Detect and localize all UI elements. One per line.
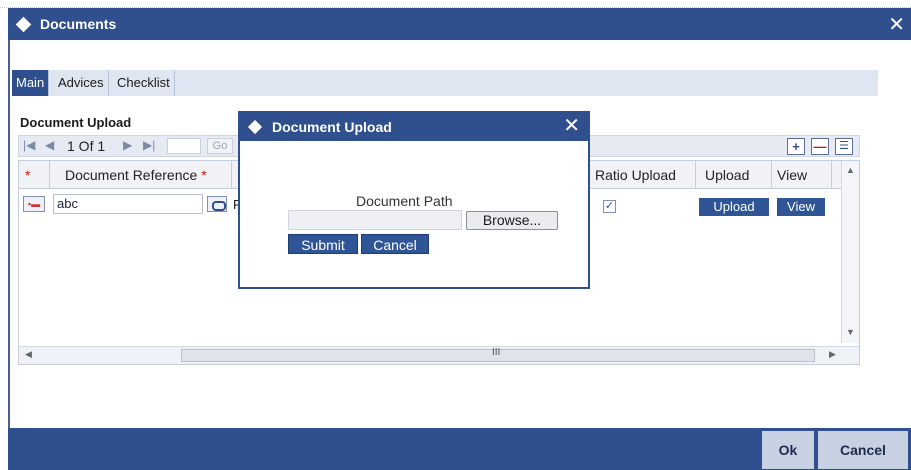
column-divider xyxy=(771,161,772,189)
select-column-required-marker: * xyxy=(25,167,31,183)
column-divider xyxy=(831,161,832,189)
last-page-icon[interactable]: ▶| xyxy=(143,138,155,152)
document-path-input[interactable] xyxy=(288,210,462,230)
column-header-ratio-upload: Ratio Upload xyxy=(595,167,676,183)
column-header-upload: Upload xyxy=(705,167,750,183)
ratio-upload-checkbox[interactable]: ✓ xyxy=(603,200,616,213)
dialog-cancel-button[interactable]: Cancel xyxy=(361,234,429,254)
document-upload-dialog: Document Upload ✕ Document Path Browse..… xyxy=(238,111,590,289)
scroll-up-icon[interactable]: ▲ xyxy=(846,165,855,175)
upload-button[interactable]: Upload xyxy=(699,198,769,216)
document-reference-header-label: Document Reference xyxy=(65,167,198,183)
dialog-title: Document Upload xyxy=(272,119,392,135)
column-divider xyxy=(695,161,696,189)
scroll-left-icon[interactable]: ◀ xyxy=(25,349,32,360)
lookup-icon[interactable] xyxy=(207,196,227,212)
window-title: Documents xyxy=(40,16,117,32)
tab-main[interactable]: Main xyxy=(12,70,50,96)
window-left-border xyxy=(8,40,10,430)
document-path-label: Document Path xyxy=(356,193,453,209)
browse-button[interactable]: Browse... xyxy=(466,211,558,230)
view-button[interactable]: View xyxy=(777,198,825,216)
row-select-checkbox[interactable]: ▪▬ xyxy=(23,196,45,212)
cancel-button[interactable]: Cancel xyxy=(818,431,908,469)
scroll-right-icon[interactable]: ▶ xyxy=(829,349,836,360)
diamond-icon xyxy=(15,16,32,33)
horizontal-scrollbar[interactable]: ◀ III ▶ xyxy=(19,346,859,364)
close-icon[interactable]: ✕ xyxy=(888,12,905,37)
window-titlebar: Documents ✕ xyxy=(8,8,911,40)
scrollbar-thumb[interactable]: III xyxy=(181,347,815,362)
column-header-view: View xyxy=(777,167,808,183)
dialog-close-icon[interactable]: ✕ xyxy=(563,113,580,138)
section-heading: Document Upload xyxy=(20,115,132,130)
window-top-edge xyxy=(0,0,911,8)
column-divider xyxy=(49,161,50,189)
add-row-icon[interactable]: + xyxy=(787,138,805,155)
prev-page-icon[interactable]: ◀ xyxy=(45,138,54,152)
column-divider xyxy=(231,161,232,189)
scroll-down-icon[interactable]: ▼ xyxy=(846,327,855,337)
window-footer: Ok Cancel xyxy=(8,428,911,470)
delete-row-icon[interactable]: — xyxy=(811,138,829,155)
document-reference-input[interactable]: abc xyxy=(53,194,203,214)
tab-advices[interactable]: Advices xyxy=(54,70,109,96)
vertical-scrollbar[interactable]: ▲ ▼ xyxy=(841,161,859,343)
scrollbar-grip: III xyxy=(492,347,501,358)
page-indicator: 1 Of 1 xyxy=(67,138,106,154)
ok-button[interactable]: Ok xyxy=(762,431,814,469)
tab-checklist[interactable]: Checklist xyxy=(113,70,175,96)
diamond-icon xyxy=(247,119,263,135)
submit-button[interactable]: Submit xyxy=(288,234,358,254)
single-view-icon[interactable]: ☰ xyxy=(835,138,853,155)
column-header-document-reference: Document Reference * xyxy=(65,167,207,183)
first-page-icon[interactable]: |◀ xyxy=(23,138,35,152)
page-number-input[interactable] xyxy=(167,138,201,154)
dialog-titlebar: Document Upload ✕ xyxy=(240,113,588,141)
tab-bar: Main Advices Checklist xyxy=(12,70,878,96)
required-marker: * xyxy=(201,167,207,183)
next-page-icon[interactable]: ▶ xyxy=(123,138,132,152)
go-button[interactable]: Go xyxy=(207,138,233,154)
